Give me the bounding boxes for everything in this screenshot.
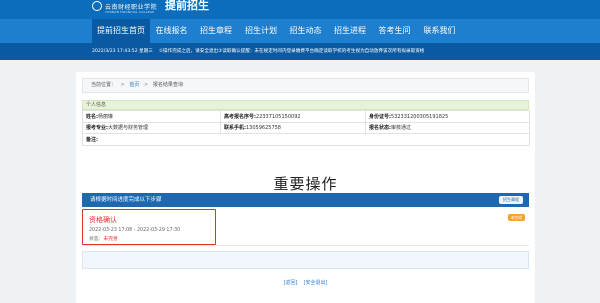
nav-item-contact[interactable]: 联系我们 bbox=[417, 19, 462, 43]
site-title: 提前招生 bbox=[165, 0, 209, 12]
nav-item-progress[interactable]: 招生进程 bbox=[328, 19, 372, 43]
main-nav: 提前招生首页 在线报名 招生章程 招生计划 招生动态 招生进程 答考生问 联系我… bbox=[0, 19, 600, 43]
breadcrumb-separator: > bbox=[120, 82, 125, 88]
logo-subtitle: YUNNAN FINANCIAL COLLEGE bbox=[105, 10, 155, 14]
step-row: 资格确认 2022-03-23 17:08 - 2022-03-29 17:30… bbox=[82, 208, 529, 246]
info-cell: 姓名:杨丽琳 bbox=[82, 110, 221, 123]
table-row: 备注: bbox=[82, 133, 530, 146]
notice-bar: 2022/3/23 17:43:52 星期三 ①操作完成之后，请安全退出②读取确认… bbox=[0, 43, 600, 60]
nav-item-qa[interactable]: 答考生问 bbox=[372, 19, 417, 43]
step-status-value: 未完善 bbox=[103, 237, 118, 242]
info-cell: 身份证号:532331200305191825 bbox=[365, 110, 530, 123]
back-link[interactable]: [返回] bbox=[284, 280, 298, 286]
step-highlight-box[interactable]: 资格确认 2022-03-23 17:08 - 2022-03-29 17:30… bbox=[82, 209, 216, 245]
breadcrumb-home-link[interactable]: 首页 bbox=[129, 82, 139, 88]
breadcrumb: 当前位置： > 首页 > 报名结果查询 bbox=[82, 78, 529, 93]
nav-item-apply[interactable]: 在线报名 bbox=[150, 19, 193, 43]
info-cell: 联系手机:13059625758 bbox=[220, 121, 366, 134]
steps-header-bar: 请根据时间进度完成以下步骤 招生章程 bbox=[82, 193, 529, 207]
step-time: 2022-03-23 17:08 - 2022-03-29 17:30 bbox=[89, 228, 181, 233]
personal-info-table: 姓名:杨丽琳 高考报名序号:22337105150092 身份证号:532331… bbox=[82, 110, 530, 146]
main-panel: 当前位置： > 首页 > 报名结果查询 个人信息 姓名:杨丽琳 高考报名序号:2… bbox=[76, 72, 535, 303]
empty-step-area bbox=[82, 251, 529, 269]
nav-item-home[interactable]: 提前招生首页 bbox=[92, 19, 150, 43]
info-cell: 高考报名序号:22337105150092 bbox=[220, 110, 366, 123]
nav-item-charter[interactable]: 招生章程 bbox=[194, 19, 238, 43]
notice-date: 2022/3/23 17:43:52 星期三 bbox=[92, 49, 153, 54]
info-cell: 报名状态:审核通过 bbox=[365, 121, 530, 134]
nav-item-news[interactable]: 招生动态 bbox=[283, 19, 328, 43]
table-row: 姓名:杨丽琳 高考报名序号:22337105150092 身份证号:532331… bbox=[82, 110, 530, 123]
breadcrumb-current: 报名结果查询 bbox=[152, 82, 183, 88]
notice-text: ①操作完成之后，请安全退出②读取确认提醒：未在规定时间内登录缴费平台确定读取学校… bbox=[158, 49, 425, 54]
footer-links: [返回] [安全退出] bbox=[76, 279, 535, 286]
nav-item-plan[interactable]: 招生计划 bbox=[239, 19, 283, 43]
breadcrumb-separator: > bbox=[144, 82, 149, 88]
step-name[interactable]: 资格确认 bbox=[89, 215, 117, 225]
info-cell: 报考专业:大数据与财务管理 bbox=[82, 121, 221, 134]
info-cell: 备注: bbox=[82, 133, 530, 146]
charter-button[interactable]: 招生章程 bbox=[499, 196, 523, 204]
steps-header-text: 请根据时间进度完成以下步骤 bbox=[90, 197, 162, 203]
site-header: 云南财经职业学院 YUNNAN FINANCIAL COLLEGE 提前招生 bbox=[0, 0, 600, 19]
breadcrumb-label: 当前位置： bbox=[91, 82, 117, 88]
personal-info: 个人信息 姓名:杨丽琳 高考报名序号:22337105150092 身份证号:5… bbox=[82, 100, 530, 146]
section-title: 重要操作 bbox=[273, 175, 338, 193]
step-status: 状态：未完善 bbox=[89, 237, 118, 242]
step-status-badge: 未完成 bbox=[507, 214, 525, 221]
logout-link[interactable]: [安全退出] bbox=[304, 280, 328, 286]
table-row: 报考专业:大数据与财务管理 联系手机:13059625758 报名状态:审核通过 bbox=[82, 121, 530, 134]
school-emblem-icon bbox=[92, 1, 102, 11]
personal-info-title: 个人信息 bbox=[82, 100, 529, 110]
